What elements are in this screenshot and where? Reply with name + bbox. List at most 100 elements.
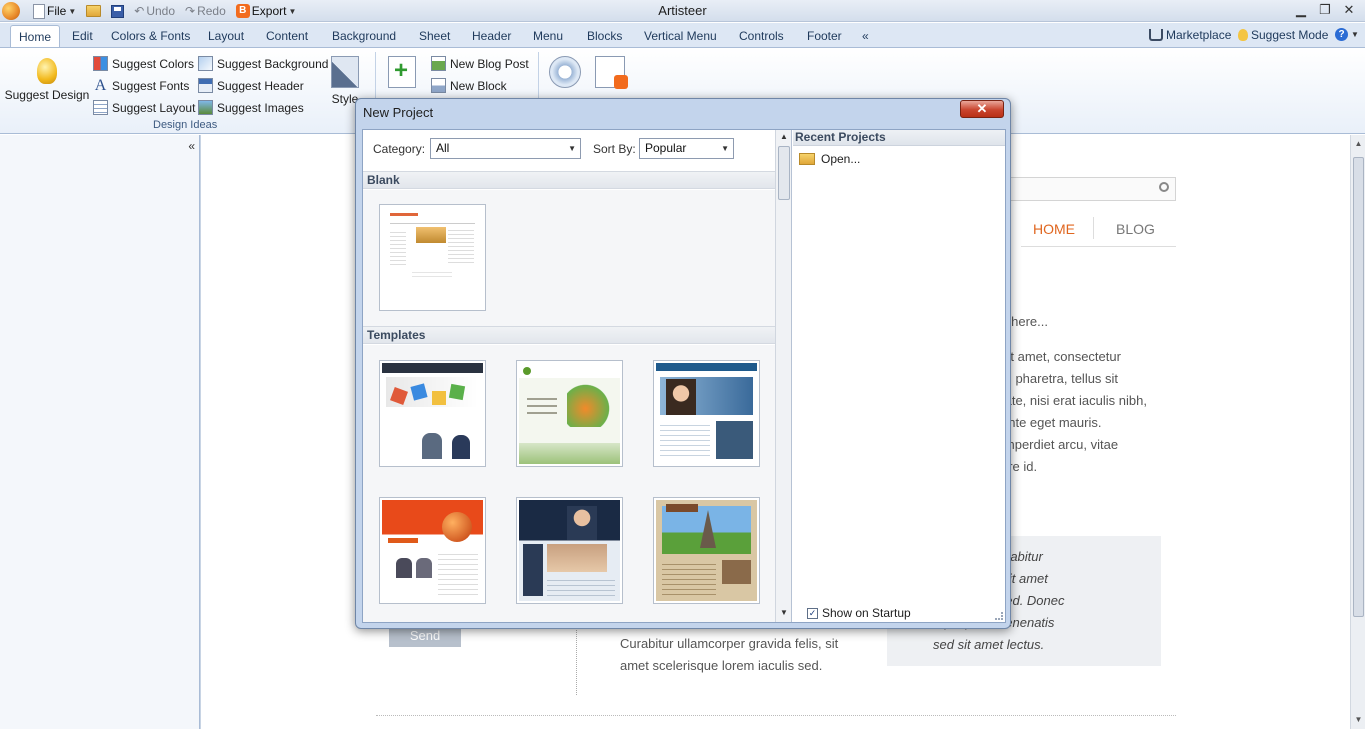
bulb-icon — [1238, 29, 1248, 41]
suggest-layout-button[interactable]: Suggest Layout — [93, 100, 195, 115]
recent-projects-pane: Recent Projects Open... ✓ Show on Startu… — [793, 130, 1005, 622]
show-on-startup-toggle[interactable]: ✓ Show on Startup — [807, 606, 911, 620]
new-page-button[interactable] — [386, 56, 418, 92]
template-card[interactable] — [516, 360, 623, 467]
tabs-collapse-button[interactable]: « — [862, 27, 869, 47]
sortby-select[interactable]: Popular ▼ — [639, 138, 734, 159]
new-page-icon — [388, 56, 416, 88]
scroll-up-icon[interactable]: ▲ — [776, 132, 792, 141]
preview-text — [448, 227, 474, 263]
quote-line: sed sit amet lectus. — [933, 637, 1045, 652]
tab-controls[interactable]: Controls — [739, 27, 784, 47]
template-card[interactable] — [379, 497, 486, 604]
site-search-box[interactable] — [1001, 177, 1176, 201]
tab-content[interactable]: Content — [266, 27, 308, 47]
preview-sidebar — [390, 229, 406, 265]
gallery-scrollbar[interactable]: ▲ ▼ — [775, 130, 792, 622]
ribbon-tabs: Home Edit Colors & Fonts Layout Content … — [0, 23, 1365, 48]
tab-layout[interactable]: Layout — [208, 27, 244, 47]
blank-template-card[interactable] — [379, 204, 486, 311]
suggest-colors-label: Suggest Colors — [112, 56, 195, 71]
suggest-background-button[interactable]: Suggest Background — [198, 56, 328, 71]
template-card[interactable] — [379, 360, 486, 467]
new-block-button[interactable]: New Block — [431, 78, 507, 93]
template-preview-greenclew — [519, 363, 620, 464]
tab-home[interactable]: Home — [10, 25, 61, 47]
suggest-images-button[interactable]: Suggest Images — [198, 100, 304, 115]
nav-home-link[interactable]: HOME — [1033, 221, 1075, 237]
suggest-fonts-button[interactable]: A Suggest Fonts — [93, 78, 190, 94]
scroll-up-icon[interactable]: ▲ — [1351, 139, 1365, 148]
tab-background[interactable]: Background — [332, 27, 396, 47]
template-card[interactable] — [653, 497, 760, 604]
canvas-scrollbar[interactable]: ▲ ▼ — [1350, 135, 1365, 729]
nav-blog-link[interactable]: BLOG — [1116, 221, 1155, 237]
preview-title-tag — [666, 504, 698, 512]
maximize-button[interactable]: ❐ — [1313, 1, 1337, 19]
tab-footer[interactable]: Footer — [807, 27, 842, 47]
suggest-design-label: Suggest Design — [4, 88, 90, 102]
preview-portrait — [666, 379, 696, 415]
preview-text — [547, 576, 615, 596]
tab-edit[interactable]: Edit — [72, 27, 93, 47]
window-controls: ▁ ❐ ✕ — [1289, 1, 1361, 19]
tab-menu[interactable]: Menu — [533, 27, 563, 47]
help-icon: ? — [1335, 28, 1348, 41]
template-card[interactable] — [653, 360, 760, 467]
preview-image — [547, 544, 607, 572]
dialog-close-button[interactable]: ✕ — [960, 100, 1004, 118]
resize-grip-icon[interactable] — [995, 612, 1003, 620]
bottom-text: Curabitur ullamcorper gravida felis, sit… — [620, 633, 860, 677]
open-project-link[interactable]: Open... — [799, 152, 860, 166]
style-button[interactable]: Style — [330, 56, 360, 106]
template-preview-alteco — [382, 500, 483, 601]
options-button[interactable] — [548, 56, 582, 92]
suggest-colors-button[interactable]: Suggest Colors — [93, 56, 194, 71]
preview-image — [722, 560, 751, 584]
scroll-down-icon[interactable]: ▼ — [1351, 715, 1365, 724]
sortby-label: Sort By: — [593, 142, 636, 156]
dialog-title: New Project — [363, 105, 434, 120]
tab-vertical-menu[interactable]: Vertical Menu — [644, 27, 717, 47]
category-select[interactable]: All ▼ — [430, 138, 581, 159]
category-label: Category: — [373, 142, 426, 156]
template-preview-business — [656, 363, 757, 464]
layout-icon — [93, 100, 108, 115]
nav-divider — [1093, 217, 1094, 239]
collapse-panel-button[interactable]: « — [188, 139, 195, 153]
template-preview-it-solutions — [382, 363, 483, 464]
scroll-thumb[interactable] — [1353, 157, 1364, 617]
tab-colors-fonts[interactable]: Colors & Fonts — [111, 27, 190, 47]
marketplace-button[interactable]: Marketplace — [1149, 28, 1231, 42]
new-blog-post-label: New Blog Post — [450, 56, 529, 71]
minimize-button[interactable]: ▁ — [1289, 1, 1313, 19]
suggest-mode-button[interactable]: Suggest Mode — [1238, 28, 1328, 42]
palette-icon — [93, 56, 108, 71]
preview-title-bar — [390, 213, 418, 216]
scroll-down-icon[interactable]: ▼ — [776, 608, 792, 617]
preview-text — [438, 550, 478, 596]
tab-sheet[interactable]: Sheet — [419, 27, 450, 47]
suggest-background-label: Suggest Background — [217, 56, 329, 71]
section-header-templates: Templates — [363, 326, 775, 344]
template-card[interactable] — [516, 497, 623, 604]
sortby-value: Popular — [645, 141, 687, 155]
export-blogger-button[interactable] — [593, 56, 628, 92]
close-window-button[interactable]: ✕ — [1337, 1, 1361, 19]
site-text-line: sit amet, consectetur — [1001, 349, 1121, 364]
new-blog-post-button[interactable]: New Blog Post — [431, 56, 529, 71]
preview-sidebar — [716, 421, 753, 459]
dialog-body: Category: All ▼ Sort By: Popular ▼ Blank — [362, 129, 1006, 623]
preview-flower — [567, 381, 613, 427]
background-icon — [198, 56, 213, 71]
tab-blocks[interactable]: Blocks — [587, 27, 622, 47]
suggest-design-button[interactable]: Suggest Design — [4, 58, 90, 102]
show-on-startup-checkbox[interactable]: ✓ — [807, 607, 818, 619]
scroll-thumb[interactable] — [778, 146, 790, 200]
blank-template-preview — [382, 207, 483, 308]
help-button[interactable]: ? ▼ — [1335, 28, 1359, 41]
preview-footer — [412, 269, 452, 279]
suggest-header-button[interactable]: Suggest Header — [198, 78, 304, 93]
chevron-down-icon: ▼ — [721, 144, 729, 153]
tab-header[interactable]: Header — [472, 27, 511, 47]
